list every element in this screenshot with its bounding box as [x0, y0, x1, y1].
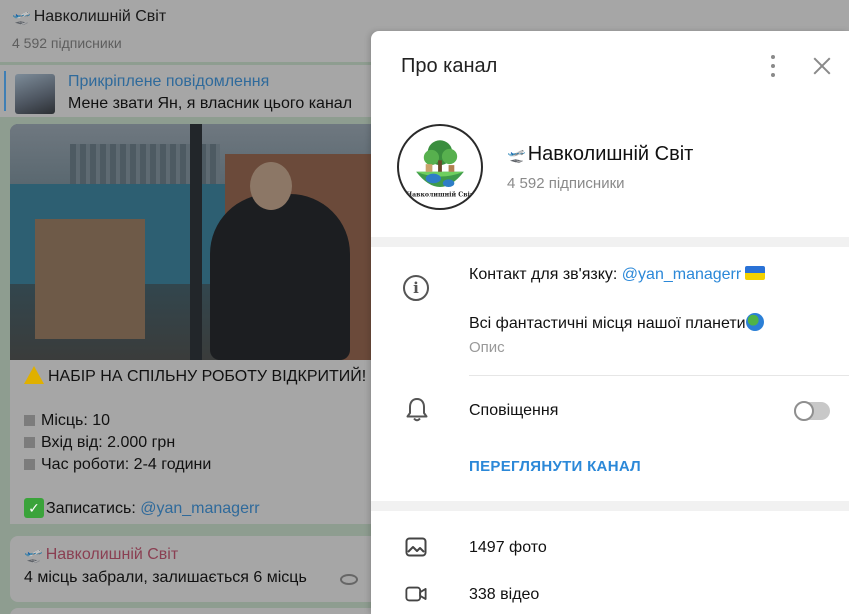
- pinned-label: Прикріплене повідомлення: [68, 73, 270, 90]
- videos-row[interactable]: 338 відео: [371, 572, 849, 614]
- airplane-takeoff-icon: 🛫: [24, 547, 43, 564]
- videos-count: 338 відео: [469, 586, 540, 603]
- more-vertical-icon[interactable]: [763, 53, 783, 79]
- contact-line: Контакт для зв'язку: @yan_managerr: [469, 266, 766, 284]
- signup-label: Записатись:: [46, 500, 141, 517]
- message-text: НАБІР НА СПІЛЬНУ РОБОТУ ВІДКРИТИЙ! Місць…: [24, 366, 366, 520]
- channel-name-text: Навколишній Світ: [527, 143, 694, 165]
- message-author-name: Навколишній Світ: [45, 546, 179, 563]
- avatar-caption: Навколишній Світ: [406, 192, 474, 199]
- square-bullet-icon: [24, 459, 35, 470]
- square-bullet-icon: [24, 437, 35, 448]
- description-label: Опис: [469, 339, 505, 356]
- section-divider: [371, 501, 849, 511]
- row-divider: [469, 375, 849, 376]
- bell-icon: [406, 398, 428, 422]
- pinned-indicator: [4, 71, 6, 111]
- contact-label: Контакт для зв'язку:: [469, 266, 622, 283]
- channel-subscribers: 4 592 підписники: [507, 175, 625, 192]
- view-channel-button[interactable]: ПЕРЕГЛЯНУТИ КАНАЛ: [469, 458, 641, 475]
- info-icon: i: [403, 275, 429, 301]
- message-entry: Вхід від: 2.000 грн: [41, 434, 176, 451]
- globe-emoji-icon: [745, 313, 764, 331]
- chat-title-text: Навколишній Світ: [33, 8, 167, 25]
- message-places: Місць: 10: [41, 412, 111, 429]
- message-text: 4 місць забрали, залишається 6 місць: [24, 569, 307, 586]
- pinned-thumbnail: [15, 74, 55, 114]
- channel-name: 🛫 Навколишній Світ: [507, 143, 693, 166]
- avatar[interactable]: Навколишній Світ: [397, 124, 483, 210]
- close-icon[interactable]: [811, 55, 833, 77]
- globe-logo: Навколишній Світ: [400, 127, 480, 207]
- chat-subscribers: 4 592 підписники: [12, 35, 122, 51]
- check-mark-icon: ✓: [24, 498, 44, 518]
- airplane-takeoff-icon: 🛫: [507, 146, 526, 164]
- pinned-text: Мене звати Ян, я власник цього канал: [68, 95, 353, 112]
- notifications-toggle[interactable]: [794, 401, 830, 421]
- photo-icon: [405, 537, 427, 557]
- panel-title: Про канал: [401, 55, 498, 77]
- airplane-takeoff-icon: 🛫: [12, 9, 31, 26]
- notifications-label: Сповіщення: [469, 402, 559, 419]
- message-author: 🛫 Навколишній Світ: [24, 546, 178, 564]
- photos-row[interactable]: 1497 фото: [371, 525, 849, 571]
- description-text: Всі фантастичні місця нашої планети: [469, 315, 746, 332]
- message-bubble[interactable]: 🛫 Навколишній Світ 4 місць забрали, зали…: [10, 536, 380, 602]
- ukraine-flag-icon: [745, 266, 766, 280]
- message-photo[interactable]: [10, 124, 380, 360]
- panel-header: Про канал: [371, 31, 849, 101]
- contact-link[interactable]: @yan_managerr: [622, 266, 741, 283]
- message-bubble[interactable]: НАБІР НА СПІЛЬНУ РОБОТУ ВІДКРИТИЙ! Місць…: [10, 124, 380, 524]
- chat-title: 🛫 Навколишній Світ: [12, 8, 166, 26]
- message-heading: НАБІР НА СПІЛЬНУ РОБОТУ ВІДКРИТИЙ!: [48, 368, 367, 385]
- photos-count: 1497 фото: [469, 539, 547, 556]
- square-bullet-icon: [24, 415, 35, 426]
- signup-link[interactable]: @yan_managerr: [140, 500, 259, 517]
- views-eye-icon: [340, 574, 358, 585]
- video-icon: [405, 586, 427, 602]
- warning-icon: [24, 366, 44, 384]
- message-bubble[interactable]: [10, 608, 380, 614]
- channel-description: Всі фантастичні місця нашої планети: [469, 313, 764, 333]
- message-hours: Час роботи: 2-4 години: [41, 456, 212, 473]
- channel-info-panel: Про канал Навколишній Світ 🛫 Навколишній…: [371, 31, 849, 614]
- section-divider: [371, 237, 849, 247]
- channel-profile: Навколишній Світ 🛫 Навколишній Світ 4 59…: [371, 101, 849, 237]
